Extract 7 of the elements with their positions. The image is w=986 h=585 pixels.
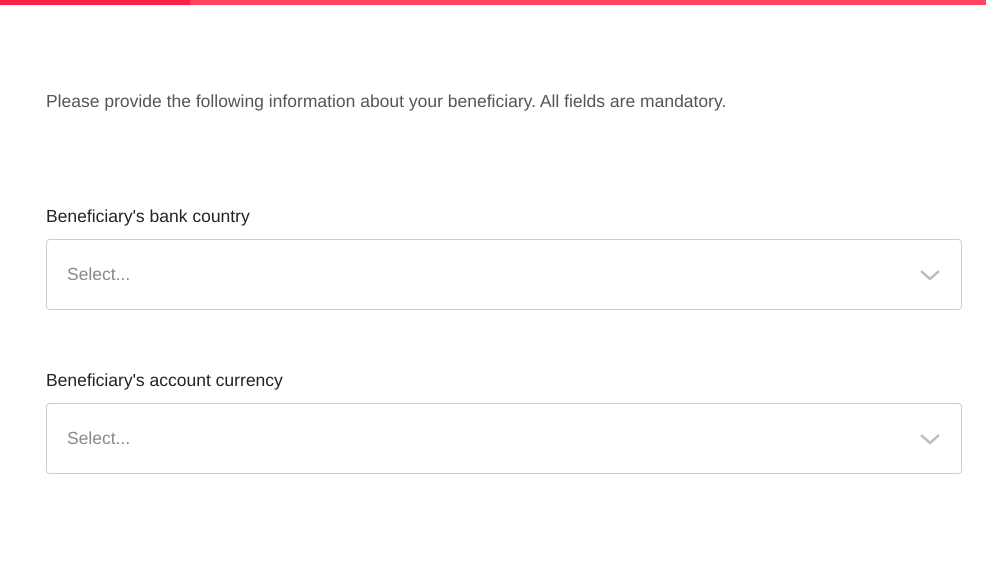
field-label: Beneficiary's account currency xyxy=(46,370,284,391)
select-field[interactable]: Select... xyxy=(46,403,962,474)
select-field[interactable]: Select... xyxy=(46,239,962,310)
chevron-down-icon xyxy=(919,432,941,444)
chevron-down-icon xyxy=(919,268,941,280)
field-label: Beneficiary's bank country xyxy=(46,206,251,227)
intro-text: Please provide the following information about your beneficiary. All fields are mandatory. xyxy=(46,90,728,113)
